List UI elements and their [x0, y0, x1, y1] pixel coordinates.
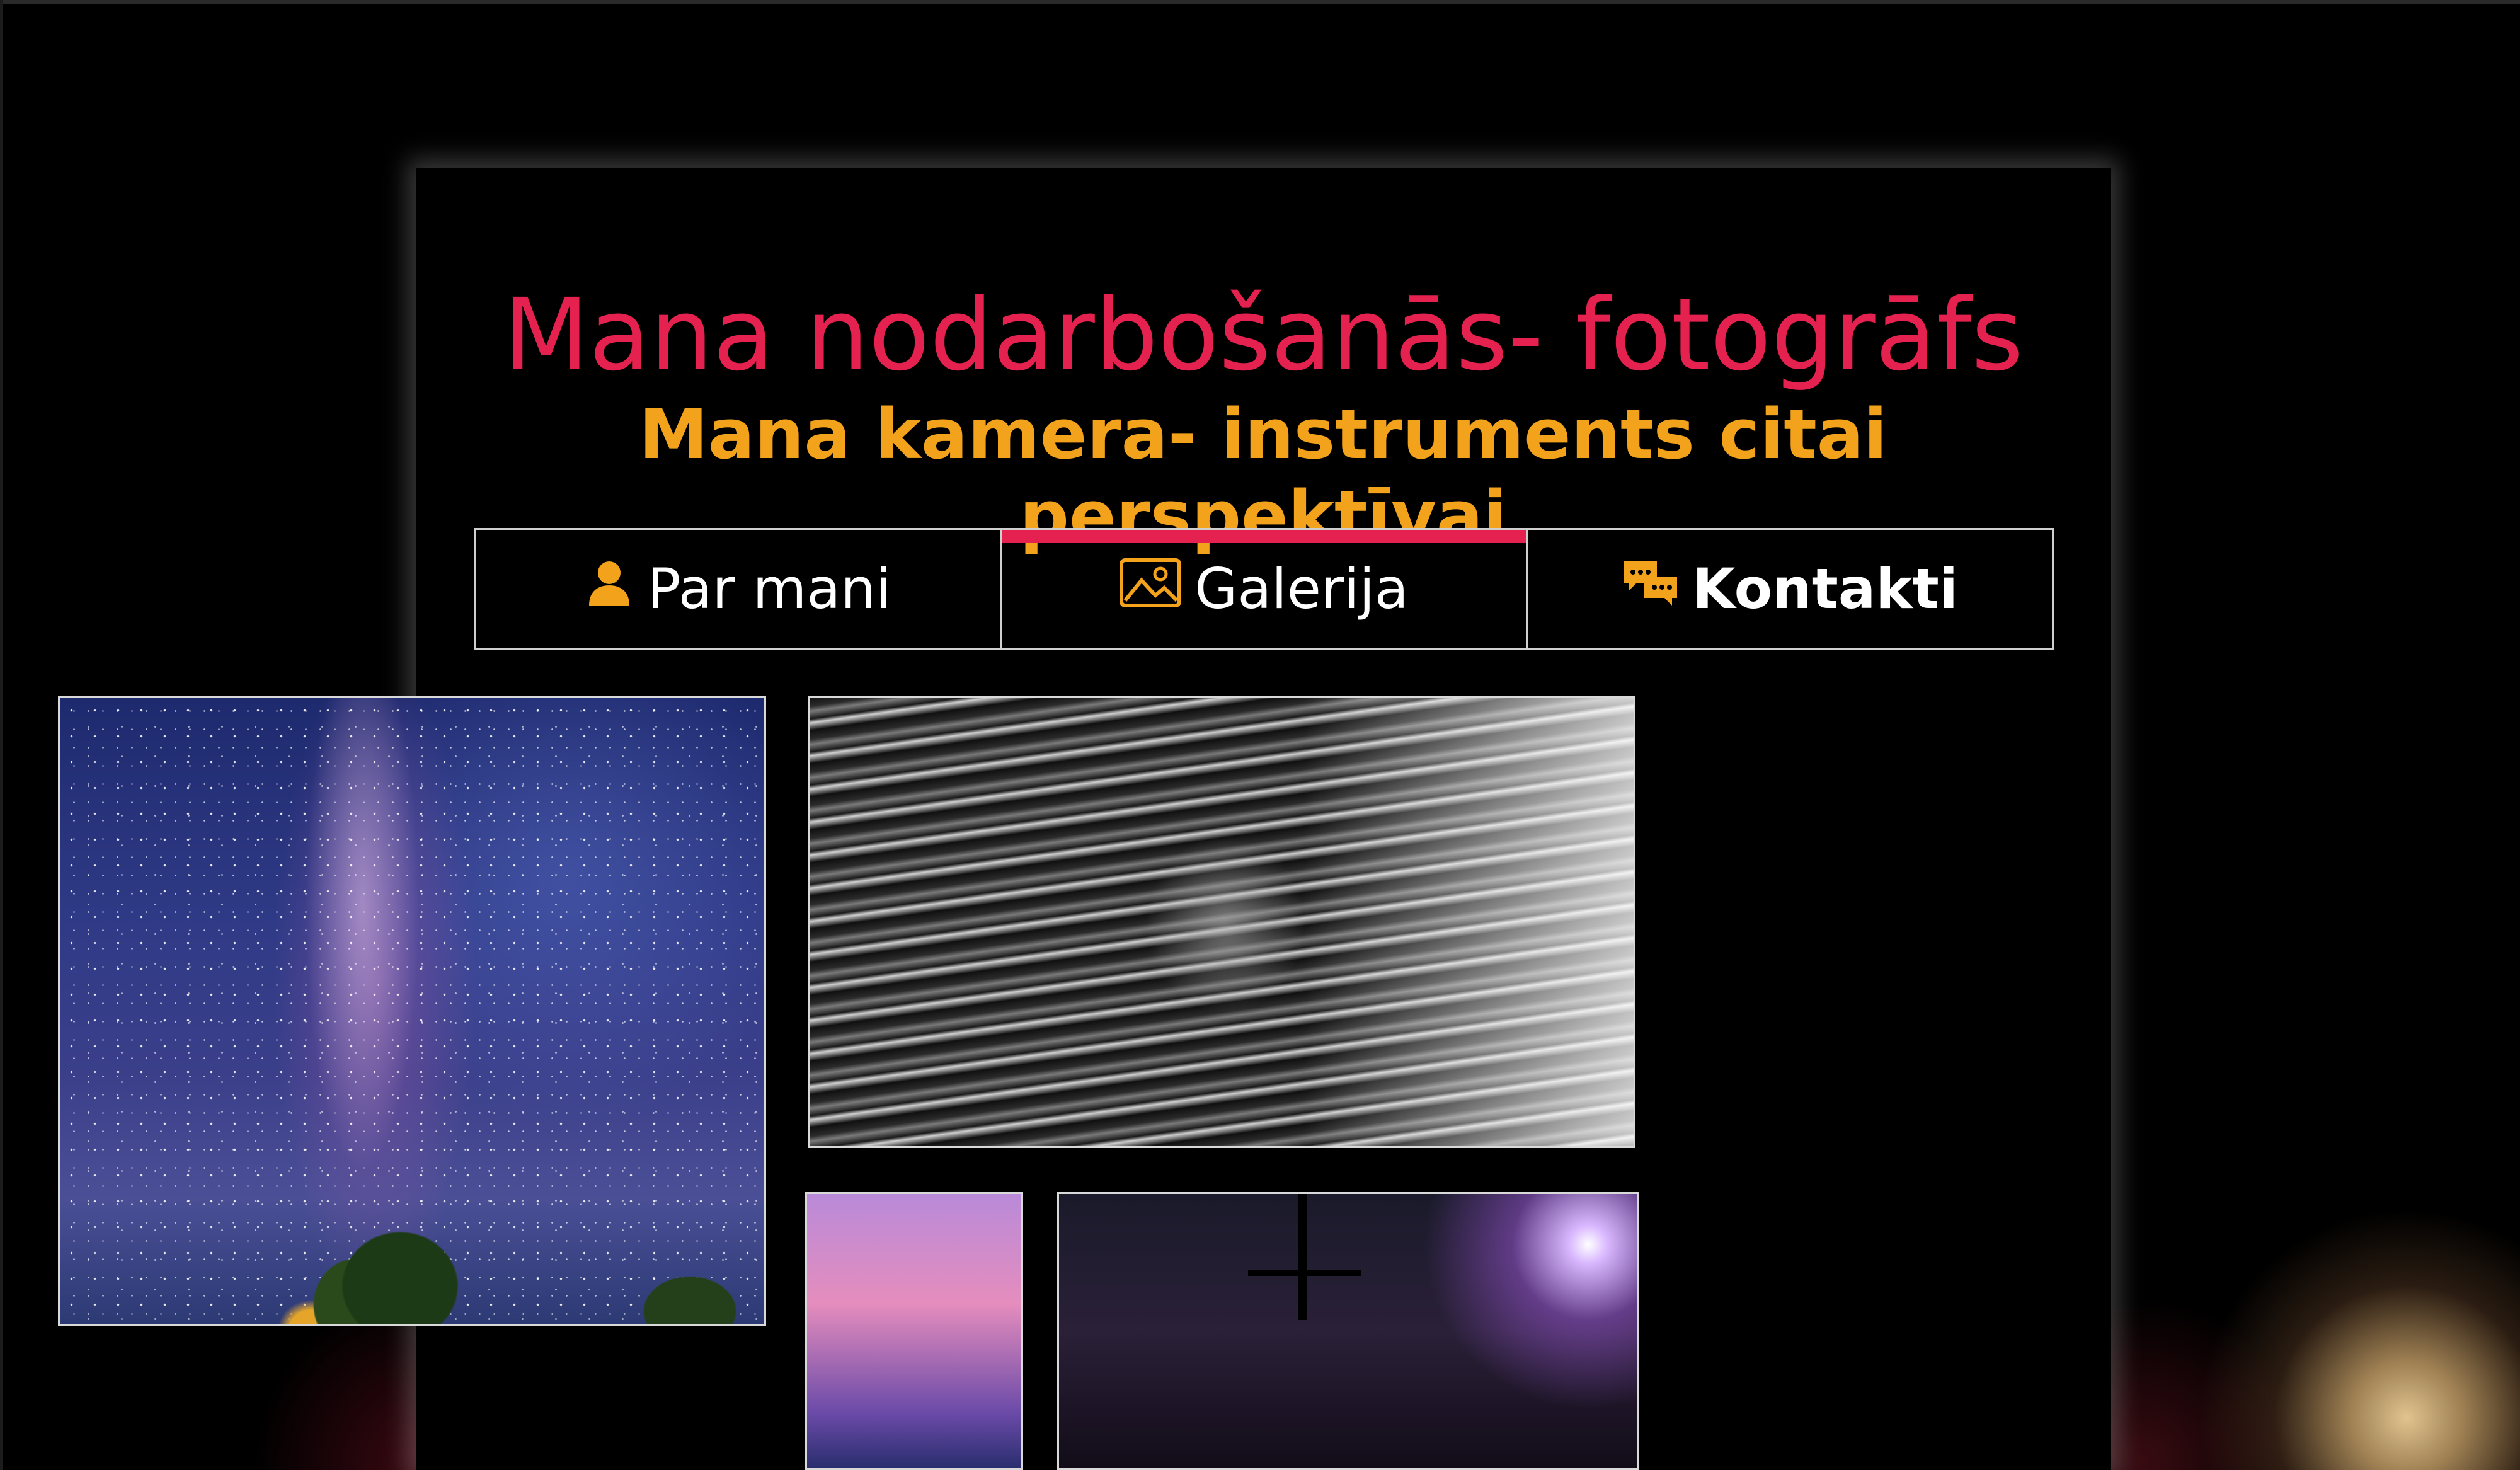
nav-item-label: Kontakti	[1692, 556, 1958, 621]
gallery-photo-sunset-sky[interactable]	[805, 1192, 1023, 1470]
trees-silhouette	[60, 1185, 764, 1324]
nav-item-label: Par mani	[647, 556, 891, 621]
nav-item-kontakti[interactable]: Kontakti	[1528, 530, 2052, 648]
nav-item-galerija[interactable]: Galerija	[1002, 530, 1528, 648]
gallery-photo-milky-way[interactable]	[58, 696, 766, 1326]
lamp-post	[1298, 1194, 1307, 1320]
nav-item-par-mani[interactable]: Par mani	[476, 530, 1002, 648]
nav-item-label: Galerija	[1194, 556, 1409, 621]
page-title: Mana nodarbošanās- fotogrāfs	[503, 277, 2024, 393]
image-icon	[1119, 556, 1182, 621]
left-border	[0, 0, 3, 1470]
top-border	[0, 0, 2520, 4]
gallery-photo-bw-portrait[interactable]	[808, 696, 1635, 1148]
post-crossbar	[1248, 1270, 1361, 1276]
user-icon	[584, 556, 634, 621]
chat-icon	[1622, 556, 1680, 621]
gallery-photo-night-light[interactable]	[1057, 1192, 1639, 1470]
main-navigation: Par mani Galerija Kontakti	[474, 528, 2054, 650]
